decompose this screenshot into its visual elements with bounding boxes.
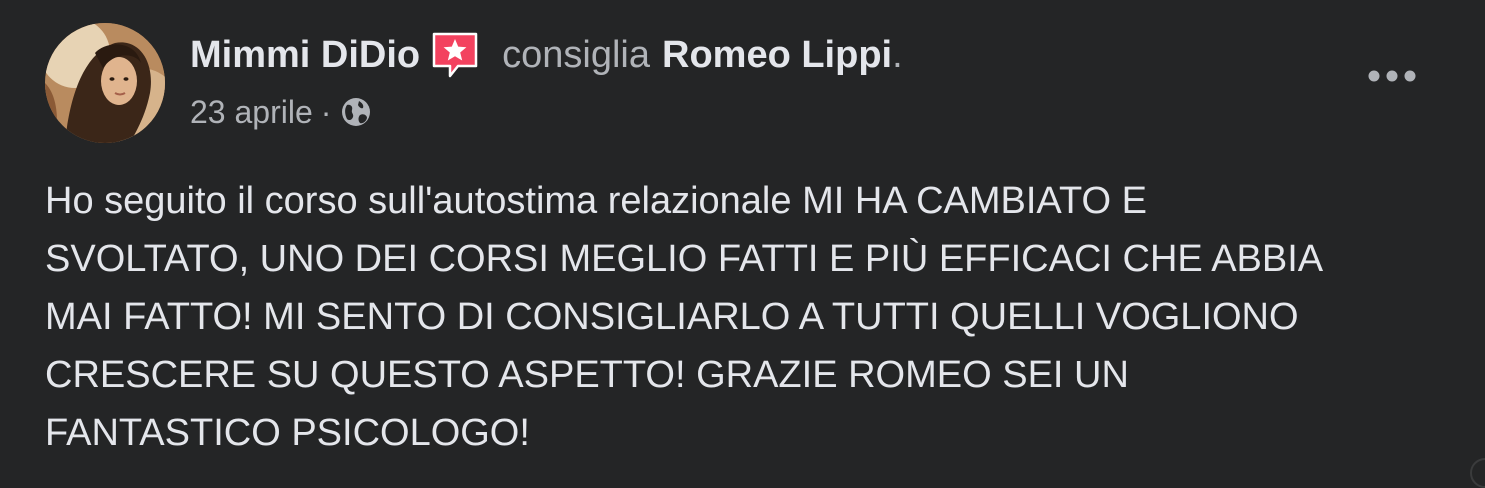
post-body-line: CRESCERE SU QUESTO ASPETTO! GRAZIE ROMEO… [45,354,1129,396]
post-body-line: FANTASTICO PSICOLOGO! [45,412,530,454]
scroll-indicator [1470,458,1485,488]
post-meta: 23 aprile · [190,90,373,134]
more-options-icon [1368,70,1416,82]
recommended-page-link[interactable]: Romeo Lippi [662,30,892,80]
post-body-line: SVOLTATO, UNO DEI CORSI MEGLIO FATTI E P… [45,238,1324,280]
recommendation-star-icon [430,30,480,80]
recommendation-post: Mimmi DiDio consiglia Romeo Lippi . 23 a… [0,0,1485,488]
meta-separator: · [320,93,332,130]
author-name-link[interactable]: Mimmi DiDio [190,30,420,80]
avatar[interactable] [45,23,165,143]
post-date-link[interactable]: 23 aprile [190,94,313,131]
more-options-button[interactable] [1360,54,1424,98]
header-period: . [892,34,903,76]
post-body-text: Ho seguito il corso sull'autostima relaz… [45,172,1445,462]
recommend-verb: consiglia [502,34,650,76]
post-body-line: MAI FATTO! MI SENTO DI CONSIGLIARLO A TU… [45,296,1299,338]
post-header: Mimmi DiDio consiglia Romeo Lippi . [190,30,903,80]
avatar-photo [45,23,165,143]
post-body-line: Ho seguito il corso sull'autostima relaz… [45,180,1147,222]
globe-icon[interactable] [339,95,373,129]
